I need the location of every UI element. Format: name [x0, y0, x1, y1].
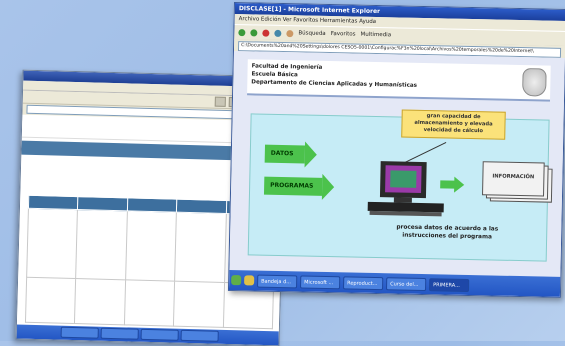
callout-box: gran capacidad de almacenamiento y eleva… [401, 109, 506, 140]
ie-window: DISCLASE[1] - Microsoft Internet Explore… [227, 2, 565, 298]
data-arrow: DATOS [264, 144, 306, 164]
page-content: Facultad de Ingeniería Escuela Básica De… [229, 51, 565, 277]
folder-quicklaunch-icon[interactable] [244, 275, 255, 286]
table-header-cell [127, 197, 177, 213]
page-header: Facultad de Ingeniería Escuela Básica De… [247, 59, 551, 102]
table-header-cell [176, 199, 227, 214]
favorites-button[interactable]: Favoritos [331, 31, 356, 38]
toolbar-icon[interactable] [214, 96, 226, 107]
output-label: INFORMACIÓN [492, 173, 535, 181]
output-documents-icon: INFORMACIÓN [482, 161, 555, 203]
forward-arrow-icon[interactable] [250, 28, 258, 36]
refresh-icon[interactable] [274, 29, 282, 37]
diagram-caption: procesa datos de acuerdo a las instrucci… [396, 224, 499, 241]
taskbar-item[interactable]: PRIMERA... [428, 277, 470, 292]
home-icon[interactable] [286, 29, 294, 37]
taskbar-button[interactable] [100, 327, 139, 340]
taskbar-button[interactable] [140, 328, 179, 341]
university-seal-icon [522, 68, 547, 97]
search-button[interactable]: Búsqueda [298, 30, 325, 37]
computer-icon [367, 142, 465, 217]
stop-icon[interactable] [262, 29, 270, 37]
taskbar-item[interactable]: Reproduct... [343, 275, 384, 290]
back-arrow-icon[interactable] [238, 28, 246, 36]
taskbar-item[interactable]: Bandeja d... [257, 274, 298, 288]
computer-diagram: gran capacidad de almacenamiento y eleva… [247, 109, 553, 262]
data-arrow-label: DATOS [270, 149, 294, 158]
ie-quicklaunch-icon[interactable] [231, 275, 242, 286]
taskbar-item[interactable]: Microsoft ... [300, 274, 341, 289]
taskbar-button[interactable] [60, 326, 99, 339]
programs-arrow: PROGRAMAS [263, 176, 323, 196]
taskbar-button[interactable] [180, 329, 219, 342]
multimedia-button[interactable]: Multimedia [360, 32, 391, 39]
table-header-cell [28, 195, 79, 210]
programs-arrow-label: PROGRAMAS [270, 181, 314, 190]
table-header-cell [77, 196, 128, 211]
taskbar-item[interactable]: Curso del... [386, 276, 427, 291]
